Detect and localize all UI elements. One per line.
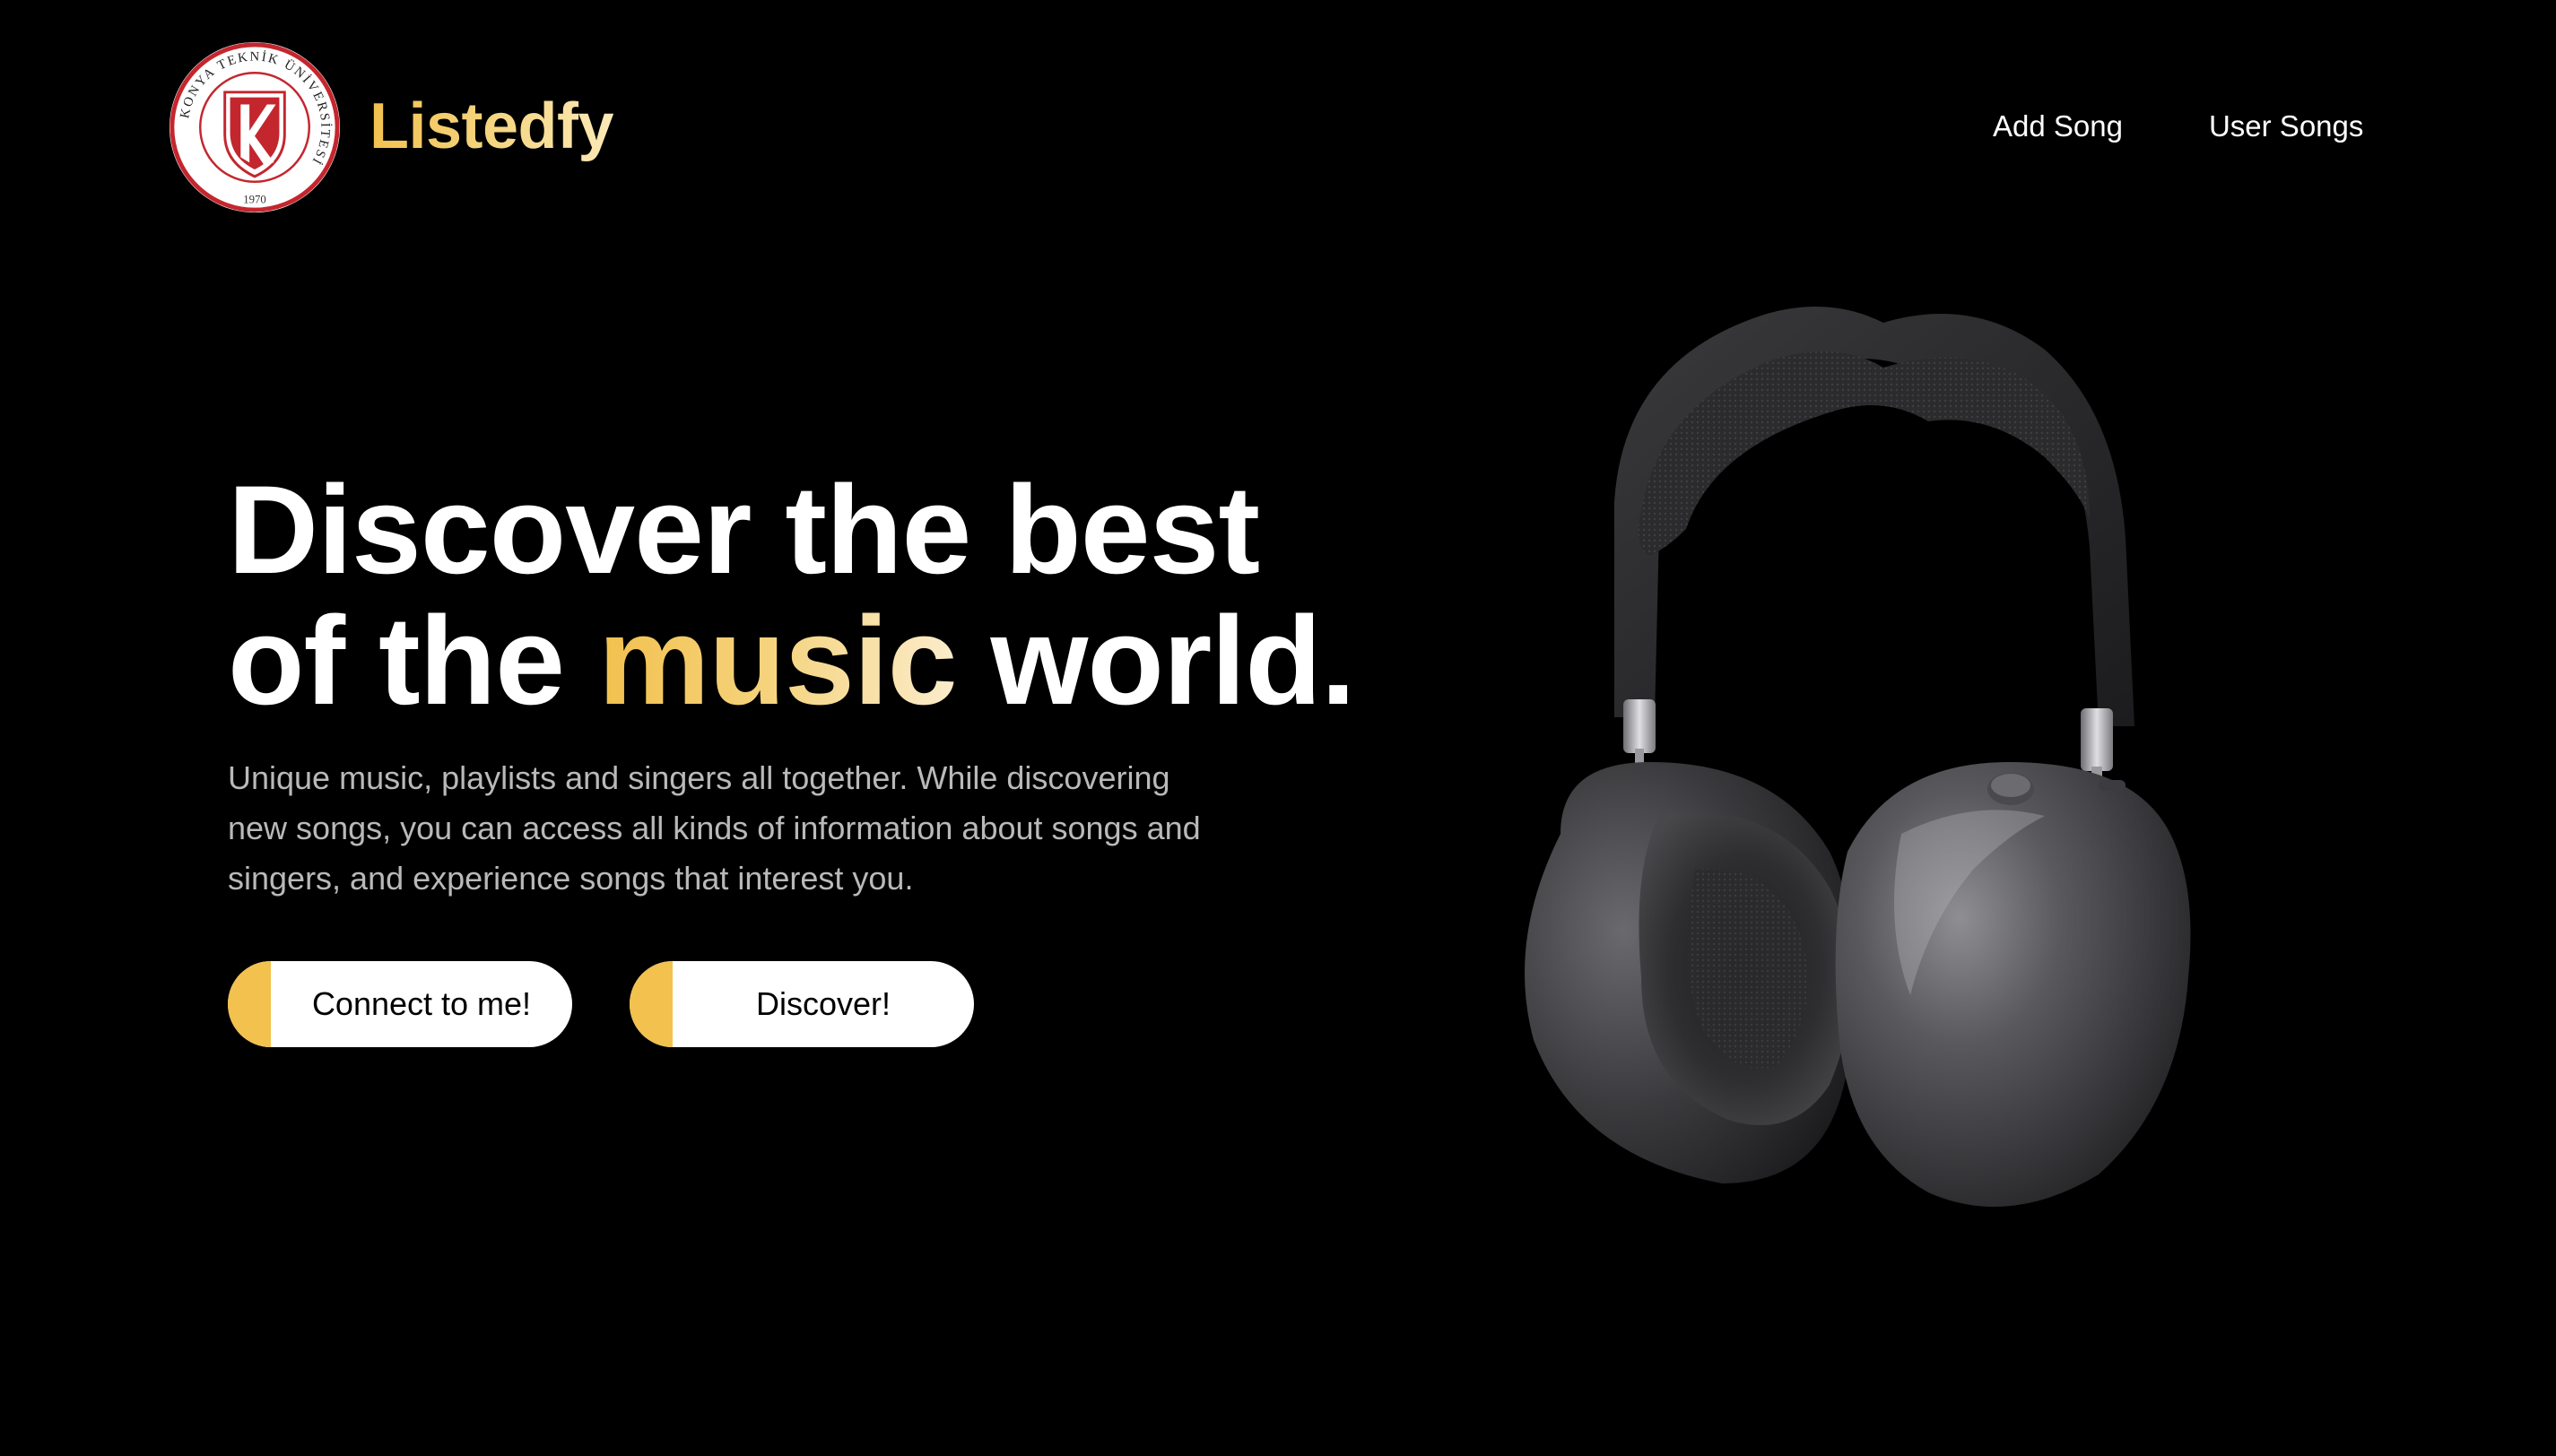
connect-button-label: Connect to me! xyxy=(311,985,532,1022)
discover-button-label: Discover! xyxy=(755,985,891,1022)
site-header: KONYA TEKNİK ÜNİVERSİTESİ 1970 Listedfy … xyxy=(0,0,2556,260)
main-nav: Add Song User Songs xyxy=(1993,106,2363,147)
hero-description: Unique music, playlists and singers all … xyxy=(228,759,1201,897)
university-seal-icon[interactable]: KONYA TEKNİK ÜNİVERSİTESİ 1970 xyxy=(167,39,343,215)
discover-button[interactable]: Discover! xyxy=(630,961,974,1047)
hero-title: Discover the best of the music world. xyxy=(228,459,1356,726)
connect-button[interactable]: Connect to me! xyxy=(228,961,572,1047)
brand-logo-text[interactable]: Listedfy xyxy=(369,86,614,167)
hero-title-prefix: of the xyxy=(228,590,598,731)
headphones-image xyxy=(1525,307,2191,1207)
hero-title-line-1: Discover the best xyxy=(228,459,1260,600)
nav-add-song[interactable]: Add Song xyxy=(1993,106,2123,147)
hero-buttons: Connect to me! Discover! xyxy=(228,961,974,1047)
hero-title-suffix: world. xyxy=(956,590,1355,731)
nav-user-songs[interactable]: User Songs xyxy=(2209,106,2363,147)
hero-title-accent: music xyxy=(597,590,958,731)
hero-title-line-2: of the music world. xyxy=(228,595,1356,726)
seal-year: 1970 xyxy=(243,193,265,205)
landing-page: KONYA TEKNİK ÜNİVERSİTESİ 1970 Listedfy … xyxy=(0,0,2556,1456)
